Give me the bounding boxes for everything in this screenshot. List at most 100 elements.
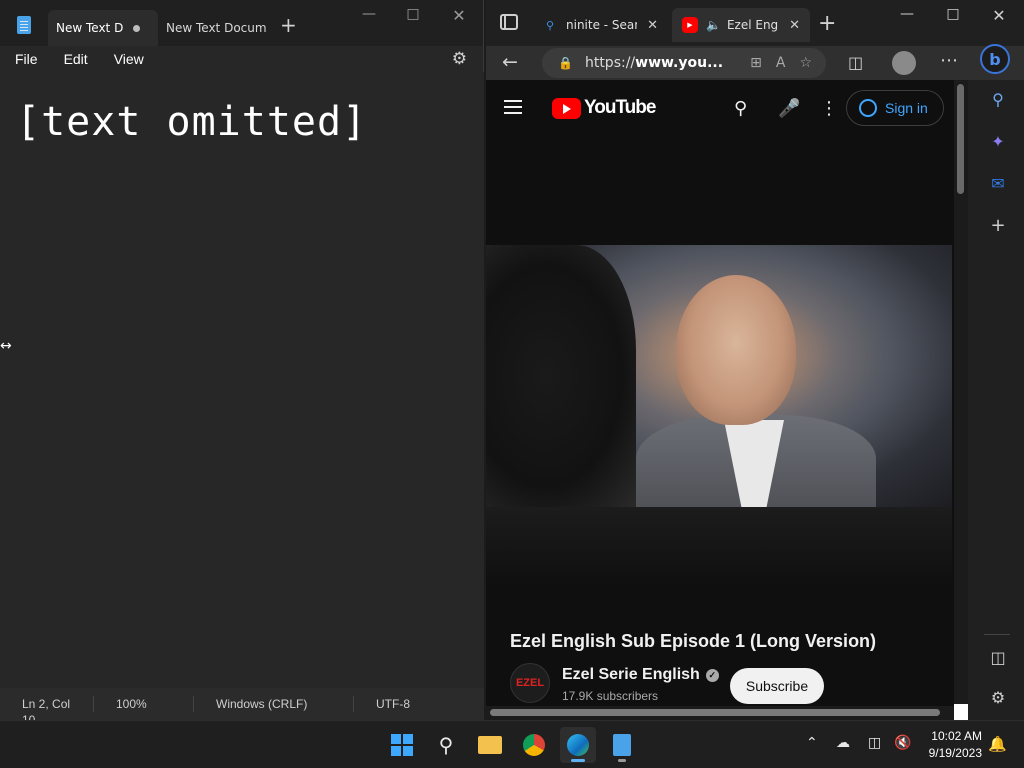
tab-title: Ezel English (726, 18, 779, 32)
desktop: New Text D New Text Docume + — □ ✕ File … (0, 0, 1024, 768)
edge-icon (567, 734, 589, 756)
tab-title: ninite - Search (566, 18, 638, 32)
favorite-star-icon[interactable]: ☆ (799, 55, 812, 71)
new-tab-plus-icon[interactable]: + (280, 14, 297, 36)
menu-view[interactable]: View (114, 51, 144, 67)
notepad-statusbar: Ln 2, Col 10 100% Windows (CRLF) UTF-8 (0, 688, 484, 727)
encoding: UTF-8 (376, 697, 410, 711)
notepad-titlebar[interactable]: New Text D New Text Docume + — □ ✕ (0, 0, 483, 46)
add-plus-icon[interactable]: + (989, 215, 1007, 236)
edge-toolbar: ← 🔒 https://www.you... ⊞ A ☆ ◫ ⋯ (486, 46, 1024, 80)
back-arrow-icon[interactable]: ← (502, 51, 518, 73)
search-icon[interactable]: ⚲ (734, 98, 747, 119)
address-bar[interactable]: 🔒 https://www.you... ⊞ A ☆ (542, 48, 826, 78)
windows-logo-icon (391, 734, 413, 756)
taskbar-edge[interactable] (560, 727, 596, 763)
notepad-icon (613, 734, 631, 756)
running-indicator (571, 759, 585, 762)
channel-avatar[interactable]: EZEL (510, 663, 550, 703)
cloud-icon[interactable]: ☁ (836, 735, 850, 751)
video-frame-figure-back (486, 245, 636, 507)
account-icon (859, 99, 877, 117)
notepad-window: New Text D New Text Docume + — □ ✕ File … (0, 0, 484, 727)
channel-name[interactable]: Ezel Serie English ✓ (562, 666, 719, 684)
sidebar-divider (984, 634, 1010, 635)
search-icon[interactable]: ⚲ (989, 90, 1007, 109)
taskbar-notepad[interactable] (604, 727, 640, 763)
microphone-icon[interactable]: 🎤 (778, 98, 800, 119)
video-player[interactable] (486, 245, 952, 507)
read-aloud-icon[interactable]: A (776, 55, 786, 71)
taskbar-chrome[interactable] (516, 727, 552, 763)
copilot-icon[interactable]: ✦ (989, 132, 1007, 151)
vertical-scrollbar[interactable] (954, 80, 968, 720)
folder-icon (478, 736, 502, 754)
subscribe-button[interactable]: Subscribe (730, 668, 824, 704)
network-icon[interactable]: ◫ (868, 735, 881, 751)
close-icon[interactable]: ✕ (976, 6, 1022, 25)
player-gradient (486, 507, 952, 587)
outlook-icon[interactable]: ✉ (989, 174, 1007, 193)
horizontal-scrollbar[interactable] (486, 706, 954, 720)
taskbar: ⚲ ⌃ ☁ ◫ 🔇 10:02 AM 9/19/2023 🔔 (0, 720, 1024, 768)
sign-in-label: Sign in (885, 100, 928, 116)
menu-hamburger-icon[interactable] (504, 100, 522, 102)
unsaved-dot-icon (133, 24, 140, 32)
youtube-play-icon (552, 97, 581, 119)
maximize-icon[interactable]: □ (930, 6, 976, 22)
scroll-corner (954, 704, 968, 720)
video-frame-face (676, 275, 796, 425)
taskbar-search-icon[interactable]: ⚲ (428, 727, 464, 763)
youtube-logo[interactable]: YouTube (552, 97, 656, 119)
apps-icon[interactable]: ⊞ (750, 55, 762, 71)
notepad-tab-active[interactable]: New Text D (48, 10, 158, 46)
menu-file[interactable]: File (15, 51, 38, 67)
notepad-text-area[interactable]: [text omitted] (0, 72, 484, 688)
clock-date: 9/19/2023 (928, 746, 982, 760)
clock[interactable]: 10:02 AM 9/19/2023 (920, 728, 982, 762)
notepad-menubar: File Edit View ⚙ (0, 46, 483, 72)
speaker-icon[interactable]: 🔈 (706, 18, 721, 32)
close-tab-icon[interactable]: ✕ (789, 18, 800, 33)
more-options-icon[interactable]: ⋯ (940, 50, 958, 71)
notepad-tab-label: New Text D (56, 21, 124, 35)
cursor-position: Ln 2, Col 10 (0, 696, 94, 727)
tab-youtube[interactable]: ▶ 🔈 Ezel English ✕ (672, 8, 810, 42)
edge-tabstrip[interactable]: ⚲ ninite - Search ✕ ▶ 🔈 Ezel English ✕ +… (486, 0, 1024, 46)
close-tab-icon[interactable]: ✕ (647, 18, 658, 33)
split-screen-icon[interactable]: ◫ (848, 53, 863, 72)
menu-edit[interactable]: Edit (64, 51, 88, 67)
sign-in-button[interactable]: Sign in (846, 90, 944, 126)
notepad-app-icon (17, 16, 31, 34)
chevron-up-icon[interactable]: ⌃ (806, 735, 818, 751)
tab-ninite-search[interactable]: ⚲ ninite - Search ✕ (532, 8, 668, 42)
tab-actions-icon[interactable] (500, 14, 518, 30)
more-vert-icon[interactable]: ⋮ (820, 98, 838, 119)
volume-muted-icon[interactable]: 🔇 (894, 735, 911, 751)
youtube-icon: ▶ (682, 17, 698, 33)
url-text: https://www.you... (584, 55, 724, 71)
lock-icon[interactable]: 🔒 (558, 56, 573, 70)
minimize-icon[interactable]: — (884, 6, 930, 22)
profile-avatar[interactable] (892, 51, 916, 75)
scroll-thumb[interactable] (957, 84, 964, 194)
maximize-icon[interactable]: □ (390, 6, 436, 22)
search-icon: ⚲ (545, 18, 555, 32)
bing-copilot-icon[interactable]: b (980, 44, 1010, 74)
edge-sidebar: ⚲ ✦ ✉ + ◫ ⚙ (970, 80, 1024, 720)
taskbar-file-explorer[interactable] (472, 727, 508, 763)
hide-sidebar-icon[interactable]: ◫ (989, 648, 1007, 667)
zoom-level: 100% (94, 696, 194, 712)
notification-bell-icon[interactable]: 🔔 (988, 735, 1007, 753)
start-button[interactable] (384, 727, 420, 763)
new-tab-plus-icon[interactable]: + (818, 11, 836, 36)
settings-gear-icon[interactable]: ⚙ (989, 688, 1007, 707)
close-icon[interactable]: ✕ (436, 6, 482, 25)
scroll-thumb[interactable] (490, 709, 940, 716)
minimize-icon[interactable]: — (346, 6, 392, 22)
notepad-tab-inactive[interactable]: New Text Docume (158, 10, 266, 46)
edge-window: ⚲ ninite - Search ✕ ▶ 🔈 Ezel English ✕ +… (486, 0, 1024, 720)
notepad-tab-label: New Text Docume (166, 21, 266, 35)
video-title: Ezel English Sub Episode 1 (Long Version… (510, 631, 877, 651)
settings-gear-icon[interactable]: ⚙ (452, 49, 467, 69)
